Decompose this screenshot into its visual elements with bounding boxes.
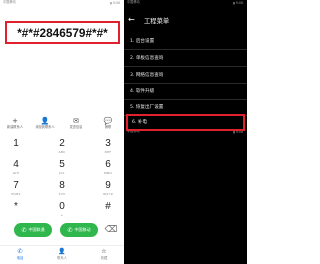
key-digit: 0 (59, 201, 65, 212)
key-digit: 4 (13, 159, 19, 170)
nav-contacts-label: 联系人 (57, 256, 67, 260)
key-digit: 1 (13, 138, 19, 149)
status-bar: 中国移动 ▮ 9:08 (0, 0, 124, 8)
menu-item-recharge[interactable]: 6. 补电 (126, 114, 245, 131)
menu-item-board-info[interactable]: 2. 单板信息查询 (124, 51, 247, 67)
page-title: 工程菜单 (144, 17, 170, 25)
menu-item-network-info[interactable]: 3. 网络信息查询 (124, 68, 247, 84)
key-4[interactable]: 4 GHI (0, 159, 32, 177)
menu-item-label: 3. 网络信息查询 (130, 73, 164, 78)
nav-phone-label: 电话 (16, 256, 24, 260)
call-sim2-button[interactable]: ✆ 中国移动 (60, 223, 98, 237)
nav-favorites-label: 收藏 (100, 256, 108, 260)
engineering-menu-screen: 中国移动 ▮ 9:08 ← 工程菜单 1. 后台设置 2. 单板信息查询 3. … (124, 0, 247, 264)
send-message-label: 发送信息 (69, 125, 83, 129)
key-3[interactable]: 3 DEF (92, 138, 124, 156)
key-digit: 9 (105, 180, 111, 191)
dialer-toolbar: + 新建联系人 👤 添加到联系人 ✉ 发送信息 💬 畅联 (0, 117, 124, 135)
key-digit: 2 (59, 138, 65, 149)
carrier-label: 中国移动 (3, 0, 16, 4)
key-letters: PQRS (11, 192, 21, 196)
key-5[interactable]: 5 JKL (46, 159, 78, 177)
chat-button[interactable]: 💬 畅联 (96, 117, 120, 129)
menu-item-label: 5. 恢复出厂设置 (130, 105, 164, 110)
star-icon: ☆ (101, 248, 107, 255)
menu-item-background-settings[interactable]: 1. 后台设置 (124, 34, 247, 50)
bottom-nav: ✆ 电话 👤 联系人 ☆ 收藏 (0, 245, 124, 264)
status-icons: ▮ 9:08 (233, 1, 243, 5)
phone-icon: ✆ (67, 226, 73, 234)
key-digit: 8 (59, 180, 65, 191)
menu-item-label: 1. 后台设置 (130, 39, 155, 44)
person-icon: 👤 (58, 248, 66, 255)
nav-contacts[interactable]: 👤 联系人 (50, 248, 74, 260)
menu-item-label: 2. 单板信息查询 (130, 56, 164, 61)
key-letters: MNO (103, 171, 113, 175)
chat-label: 畅联 (104, 125, 112, 129)
key-star[interactable]: * (0, 201, 32, 219)
key-digit: # (105, 201, 111, 212)
menu-item-label: 6. 补电 (132, 120, 148, 125)
dialed-number[interactable]: *#*#2846579#*#* (5, 21, 120, 44)
status-icons: ▮ 9:08 (110, 1, 120, 5)
key-digit: * (14, 201, 18, 212)
key-9[interactable]: 9 WXYZ (92, 180, 124, 198)
phone-icon: ✆ (17, 248, 23, 255)
key-hash[interactable]: # (92, 201, 124, 219)
add-to-contact-button[interactable]: 👤 添加到联系人 (33, 117, 57, 129)
dialer-screen: 中国移动 ▮ 9:08 *#*#2846579#*#* + 新建联系人 👤 添加… (0, 0, 124, 264)
phone-icon: ✆ (21, 226, 27, 234)
key-letters: ABC (58, 150, 66, 154)
call-sim1-button[interactable]: ✆ 中国联通 (14, 223, 52, 237)
send-message-button[interactable]: ✉ 发送信息 (64, 117, 88, 129)
status-icons: ▮ 9:08 (233, 130, 243, 134)
key-digit: 6 (105, 159, 111, 170)
backspace-icon[interactable]: ⌫ (104, 224, 118, 236)
carrier-label: 中国移动 (127, 0, 140, 4)
menu-item-label: 4. 软件升级 (130, 89, 155, 94)
key-letters: DEF (104, 150, 112, 154)
key-letters: + (60, 213, 64, 217)
plus-icon: + (12, 117, 18, 125)
message-icon: ✉ (73, 117, 79, 125)
key-letters: JKL (59, 171, 65, 175)
key-letters: WXYZ (102, 192, 114, 196)
key-letters: TUV (58, 192, 66, 196)
add-to-contact-label: 添加到联系人 (35, 125, 55, 129)
chat-icon: 💬 (103, 117, 113, 125)
sim2-label: 中国移动 (74, 227, 91, 232)
key-1[interactable]: 1 (0, 138, 32, 156)
back-arrow-icon[interactable]: ← (128, 15, 140, 25)
menu-item-software-upgrade[interactable]: 4. 软件升级 (124, 84, 247, 100)
key-7[interactable]: 7 PQRS (0, 180, 32, 198)
key-digit: 7 (13, 180, 19, 191)
nav-favorites[interactable]: ☆ 收藏 (92, 248, 116, 260)
new-contact-button[interactable]: + 新建联系人 (3, 117, 27, 129)
new-contact-label: 新建联系人 (7, 125, 23, 129)
menu-header: ← 工程菜单 (124, 12, 247, 28)
status-bar: 中国移动 ▮ 9:08 (124, 0, 247, 8)
key-6[interactable]: 6 MNO (92, 159, 124, 177)
sim1-label: 中国联通 (28, 227, 45, 232)
key-8[interactable]: 8 TUV (46, 180, 78, 198)
person-icon: 👤 (40, 117, 50, 125)
key-digit: 5 (59, 159, 65, 170)
key-0[interactable]: 0 + (46, 201, 78, 219)
key-letters: GHI (12, 171, 20, 175)
key-digit: 3 (105, 138, 111, 149)
key-2[interactable]: 2 ABC (46, 138, 78, 156)
nav-phone[interactable]: ✆ 电话 (8, 248, 32, 260)
